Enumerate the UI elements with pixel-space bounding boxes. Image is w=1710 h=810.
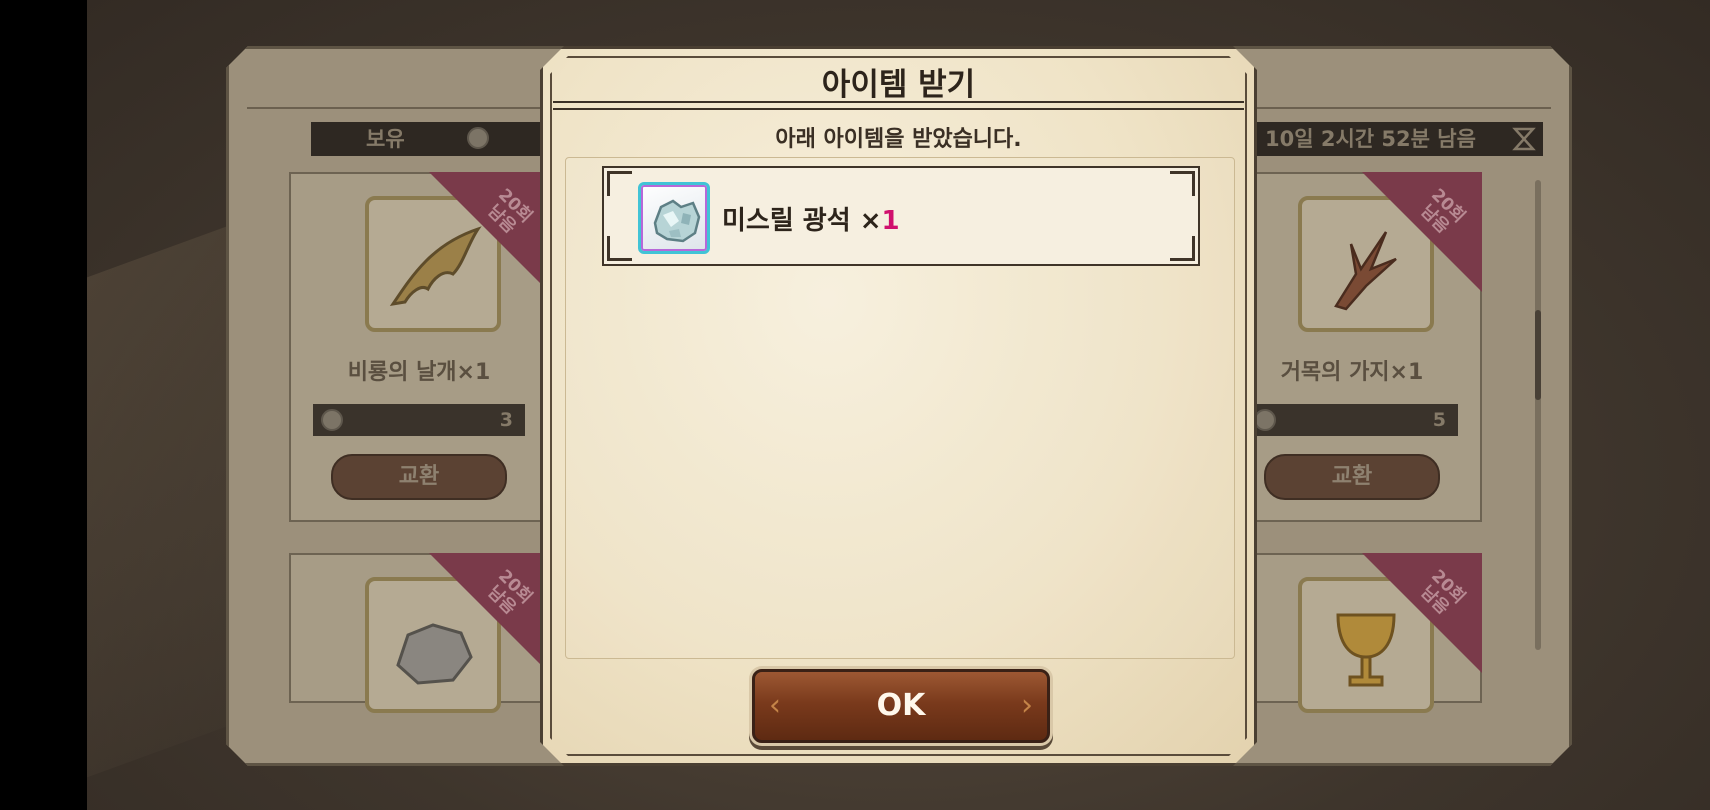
item-received-dialog: 아이템 받기 아래 아이템을 받았습니다. 미스릴 광석 ×1 ‹ OK › [540,46,1257,766]
frame-corner [607,171,632,196]
frame-corner [1170,171,1195,196]
left-letterbox [0,0,87,810]
medal-icon [321,409,343,431]
shop-card-dragon-wing[interactable]: 비룡의 날개×1 3 교환 20회 남음 [289,172,549,522]
ok-button[interactable]: ‹ OK › [752,669,1050,743]
balance-label: 보유 [366,127,405,151]
list-item: 미스릴 광석 ×1 [602,166,1200,266]
received-items-list[interactable]: 미스릴 광석 ×1 [565,157,1235,659]
scrollbar-thumb[interactable] [1535,310,1541,400]
balance-bar: 보유 [311,122,571,156]
cost-bar: 5 [1246,404,1458,436]
medal-icon [467,127,489,149]
remaining-ribbon: 20회 남음 [1362,553,1482,673]
shop-scrollbar[interactable] [1535,180,1541,650]
time-remaining-bar: 10일 2시간 52분 남음 [1235,122,1543,156]
ok-label: OK [876,688,926,723]
item-name: 거목의 가지×1 [1280,360,1424,385]
time-remaining: 10일 2시간 52분 남음 [1265,127,1476,151]
title-divider [553,101,1244,110]
cost-value: 5 [1432,409,1446,431]
exchange-button[interactable]: 교환 [331,454,507,500]
item-name: 비룡의 날개×1 [347,360,491,385]
frame-corner [607,236,632,261]
hourglass-icon [1512,127,1536,151]
chevron-right-icon: › [1021,688,1033,723]
chevron-left-icon: ‹ [769,688,781,723]
remaining-ribbon: 20회 남음 [429,553,549,673]
item-icon-frame[interactable] [638,182,710,254]
item-qty: ×1 [859,206,900,236]
cost-bar: 3 [313,404,525,436]
dialog-title: 아이템 받기 [821,67,976,103]
remaining-ribbon: 20회 남음 [429,172,549,292]
remaining-ribbon: 20회 남음 [1362,172,1482,292]
medal-icon [1254,409,1276,431]
shop-card-tree-branch[interactable]: 거목의 가지×1 5 교환 20회 남음 [1222,172,1482,522]
cost-value: 3 [499,409,513,431]
shop-card-ore[interactable]: 20회 남음 [289,553,549,713]
item-name: 미스릴 광석 ×1 [722,206,900,236]
shop-card-goblet[interactable]: 20회 남음 [1222,553,1482,713]
mithril-ore-icon [649,193,705,249]
frame-corner [1170,236,1195,261]
dialog-subtitle: 아래 아이템을 받았습니다. [775,127,1022,152]
exchange-button[interactable]: 교환 [1264,454,1440,500]
